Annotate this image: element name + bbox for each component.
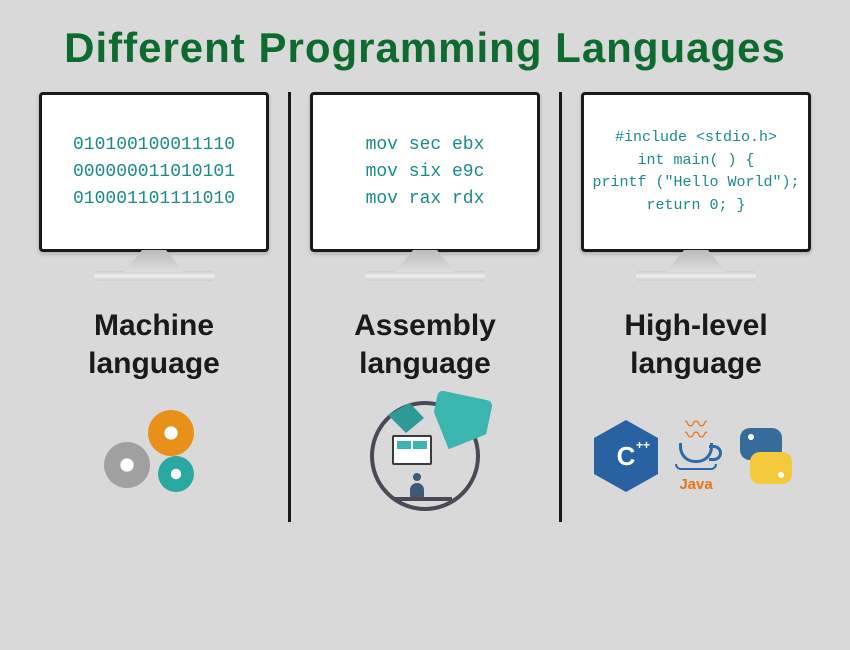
label-assembly: Assembly language <box>354 307 496 382</box>
monitor-machine: 010100100011110 000000011010101 01000110… <box>39 92 269 252</box>
machine-code-line: 000000011010101 <box>73 159 235 186</box>
gear-icon <box>104 442 150 488</box>
column-machine: 010100100011110 000000011010101 01000110… <box>24 92 284 522</box>
hll-code-line: #include <stdio.h> <box>615 127 777 150</box>
column-highlevel: #include <stdio.h> int main( ) { printf … <box>566 92 826 522</box>
icons-machine <box>94 406 214 506</box>
java-text: Java <box>679 476 712 493</box>
monitor-assembly: mov sec ebx mov six e9c mov rax rdx <box>310 92 540 252</box>
hll-code-line: return 0; } <box>646 195 745 218</box>
monitor-stand <box>395 250 455 272</box>
page-title: Different Programming Languages <box>0 0 850 92</box>
gear-icon <box>148 410 194 456</box>
label-machine: Machine language <box>88 307 220 382</box>
column-assembly: mov sec ebx mov six e9c mov rax rdx Asse… <box>295 92 555 522</box>
java-cup-icon <box>679 443 713 463</box>
hll-code-line: int main( ) { <box>637 150 754 173</box>
gear-icon <box>158 456 194 492</box>
machine-code-line: 010100100011110 <box>73 132 235 159</box>
assembly-code-line: mov sec ebx <box>366 132 485 159</box>
columns-container: 010100100011110 000000011010101 01000110… <box>0 92 850 522</box>
machine-code-line: 010001101111010 <box>73 186 235 213</box>
monitor-base <box>365 271 485 281</box>
python-bottom-icon <box>750 452 792 484</box>
monitor-highlevel: #include <stdio.h> int main( ) { printf … <box>581 92 811 252</box>
dashboard-icon <box>370 401 480 511</box>
label-highlevel: High-level language <box>624 307 767 382</box>
assembly-code-line: mov six e9c <box>366 159 485 186</box>
java-logo-icon: 〰〰 Java <box>666 419 726 493</box>
java-saucer-icon <box>675 464 717 470</box>
column-divider <box>288 92 291 522</box>
hll-code-line: printf ("Hello World"); <box>592 172 799 195</box>
python-logo-icon <box>734 424 798 488</box>
monitor-base <box>636 271 756 281</box>
gears-icon <box>94 406 214 506</box>
monitor-stand <box>124 250 184 272</box>
cpp-text: C <box>617 441 636 472</box>
java-steam-icon: 〰〰 <box>685 419 707 441</box>
icons-highlevel: C ++ 〰〰 Java <box>594 406 798 506</box>
assembly-code-line: mov rax rdx <box>366 186 485 213</box>
cpp-logo-icon: C ++ <box>594 420 658 492</box>
icons-assembly <box>370 406 480 506</box>
monitor-base <box>94 271 214 281</box>
column-divider <box>559 92 562 522</box>
monitor-stand <box>666 250 726 272</box>
cpp-plus: ++ <box>636 440 650 450</box>
